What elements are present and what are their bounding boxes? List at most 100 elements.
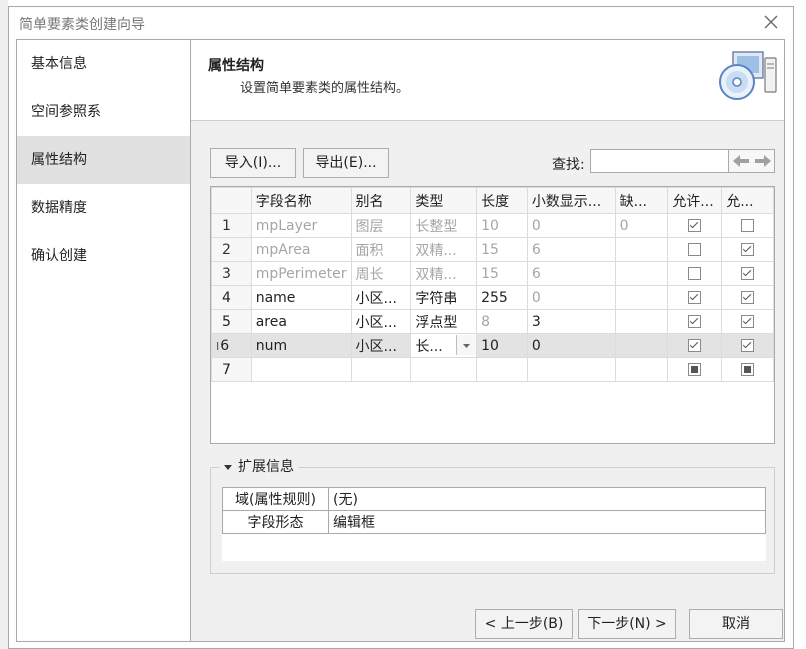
column-header-alias[interactable]: 别名: [350, 187, 412, 214]
allow-null-cell[interactable]: [667, 309, 723, 334]
allow-2-cell[interactable]: [721, 261, 774, 286]
export-button[interactable]: 导出(E)...: [303, 148, 389, 178]
length-cell[interactable]: 8: [476, 309, 528, 334]
allow-null-checkbox[interactable]: [688, 339, 702, 352]
find-next-icon[interactable]: [753, 152, 773, 170]
default-cell[interactable]: [614, 333, 669, 358]
type-cell[interactable]: 双精...: [410, 261, 478, 286]
decimal-cell[interactable]: 6: [526, 237, 616, 262]
allow-null-cell[interactable]: [667, 333, 723, 358]
table-row[interactable]: 4 name 小区... 字符串 255 0: [211, 285, 774, 310]
allow-2-checkbox[interactable]: [741, 267, 755, 280]
allow-null-cell[interactable]: [667, 285, 723, 310]
allow-2-checkbox[interactable]: [741, 243, 755, 256]
table-row-new[interactable]: 7: [211, 357, 774, 382]
type-cell[interactable]: 浮点型: [410, 309, 478, 334]
step-attribute-structure[interactable]: 属性结构: [17, 136, 190, 184]
alias-cell[interactable]: 小区...: [350, 285, 412, 310]
default-cell[interactable]: [614, 237, 669, 262]
allow-2-checkbox[interactable]: [741, 363, 755, 376]
alias-cell[interactable]: 周长: [350, 261, 412, 286]
extended-info-header[interactable]: 扩展信息: [220, 456, 298, 476]
field-name-cell[interactable]: area: [250, 309, 352, 334]
step-confirm-create[interactable]: 确认创建: [17, 232, 190, 280]
decimal-cell[interactable]: [526, 357, 616, 382]
type-combo-dropdown[interactable]: [456, 335, 476, 355]
allow-null-cell[interactable]: [667, 261, 723, 286]
allow-2-cell[interactable]: [721, 213, 774, 238]
field-name-cell[interactable]: mpLayer: [250, 213, 352, 238]
property-value[interactable]: (无): [328, 487, 766, 511]
property-row[interactable]: 域(属性规则) (无): [222, 487, 766, 511]
field-name-cell[interactable]: num: [250, 333, 352, 358]
decimal-cell[interactable]: 0: [526, 213, 616, 238]
allow-null-cell[interactable]: [667, 213, 723, 238]
column-header-length[interactable]: 长度: [476, 187, 528, 214]
column-header-default[interactable]: 缺...: [614, 187, 669, 214]
column-header-field-name[interactable]: 字段名称: [250, 187, 352, 214]
allow-2-cell[interactable]: [721, 357, 774, 382]
type-cell[interactable]: 双精...: [410, 237, 478, 262]
allow-2-checkbox[interactable]: [741, 291, 755, 304]
cancel-button[interactable]: 取消: [689, 609, 783, 639]
length-cell[interactable]: 15: [476, 261, 528, 286]
step-basic-info[interactable]: 基本信息: [17, 40, 190, 88]
field-name-cell[interactable]: mpArea: [250, 237, 352, 262]
alias-cell[interactable]: [350, 357, 412, 382]
collapse-triangle-icon[interactable]: [222, 461, 234, 473]
type-cell[interactable]: [410, 357, 478, 382]
table-row[interactable]: 2 mpArea 面积 双精... 15 6: [211, 237, 774, 262]
alias-cell[interactable]: 面积: [350, 237, 412, 262]
allow-null-cell[interactable]: [667, 237, 723, 262]
length-cell[interactable]: [476, 357, 528, 382]
default-cell[interactable]: [614, 309, 669, 334]
decimal-cell[interactable]: 0: [526, 285, 616, 310]
length-cell[interactable]: 15: [476, 237, 528, 262]
allow-2-checkbox[interactable]: [741, 219, 755, 232]
find-input[interactable]: [590, 149, 729, 173]
allow-2-cell[interactable]: [721, 333, 774, 358]
allow-2-checkbox[interactable]: [741, 339, 755, 352]
step-data-precision[interactable]: 数据精度: [17, 184, 190, 232]
alias-cell[interactable]: 小区...: [350, 333, 412, 358]
decimal-cell[interactable]: 6: [526, 261, 616, 286]
length-cell[interactable]: 10: [476, 213, 528, 238]
allow-null-checkbox[interactable]: [688, 267, 702, 280]
allow-null-checkbox[interactable]: [688, 219, 702, 232]
decimal-cell[interactable]: 0: [526, 333, 616, 358]
default-cell[interactable]: [614, 285, 669, 310]
field-name-cell[interactable]: [250, 357, 352, 382]
default-cell[interactable]: [614, 261, 669, 286]
property-value[interactable]: 编辑框: [328, 510, 766, 534]
type-cell[interactable]: 字符串: [410, 285, 478, 310]
table-row-selected[interactable]: I6 num 小区... 长... 10 0: [211, 333, 774, 358]
decimal-cell[interactable]: 3: [526, 309, 616, 334]
default-cell[interactable]: [614, 357, 669, 382]
close-icon[interactable]: [763, 14, 779, 30]
alias-cell[interactable]: 图层: [350, 213, 412, 238]
column-header-allow-2[interactable]: 允...: [721, 187, 774, 214]
property-row[interactable]: 字段形态 编辑框: [222, 510, 766, 534]
next-button[interactable]: 下一步(N) >: [578, 609, 676, 639]
step-spatial-reference[interactable]: 空间参照系: [17, 88, 190, 136]
allow-null-checkbox[interactable]: [688, 243, 702, 256]
table-row[interactable]: 5 area 小区... 浮点型 8 3: [211, 309, 774, 334]
previous-button[interactable]: < 上一步(B): [475, 609, 573, 639]
import-button[interactable]: 导入(I)...: [210, 148, 296, 178]
allow-null-cell[interactable]: [667, 357, 723, 382]
table-row[interactable]: 3 mpPerimeter 周长 双精... 15 6: [211, 261, 774, 286]
allow-null-checkbox[interactable]: [688, 363, 702, 376]
field-name-cell[interactable]: mpPerimeter: [250, 261, 352, 286]
allow-null-checkbox[interactable]: [688, 291, 702, 304]
table-row[interactable]: 1 mpLayer 图层 长整型 10 0 0: [211, 213, 774, 238]
length-cell[interactable]: 255: [476, 285, 528, 310]
column-header-allow-null[interactable]: 允许...: [667, 187, 723, 214]
allow-2-checkbox[interactable]: [741, 315, 755, 328]
find-previous-icon[interactable]: [731, 152, 751, 170]
type-cell[interactable]: 长整型: [410, 213, 478, 238]
allow-2-cell[interactable]: [721, 285, 774, 310]
allow-2-cell[interactable]: [721, 237, 774, 262]
column-header-decimal[interactable]: 小数显示...: [526, 187, 616, 214]
allow-null-checkbox[interactable]: [688, 315, 702, 328]
type-combo[interactable]: 长...: [410, 333, 478, 358]
